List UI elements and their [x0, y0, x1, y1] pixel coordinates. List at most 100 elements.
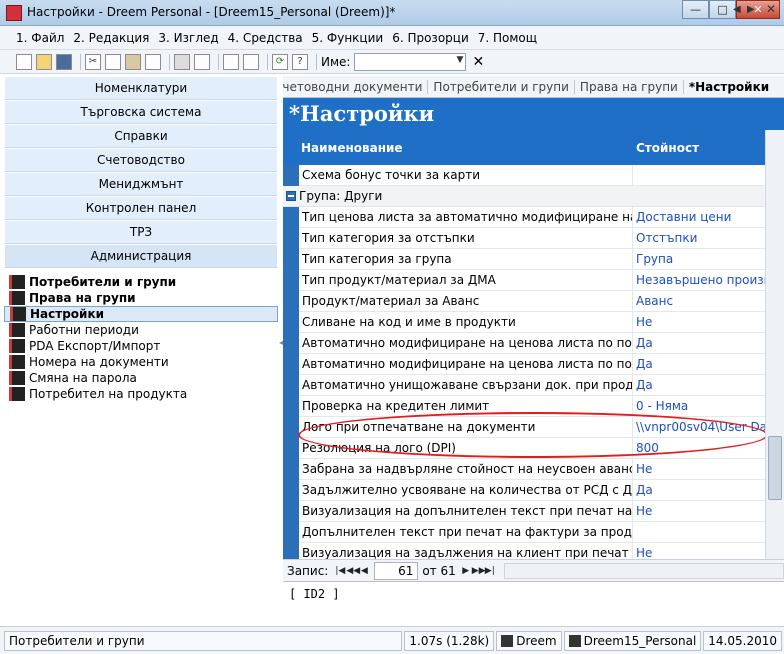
tree-item-pda-export[interactable]: PDA Експорт/Импорт	[4, 338, 278, 354]
row-value[interactable]: 800	[633, 438, 765, 459]
help-icon[interactable]: ?	[292, 53, 308, 70]
table-row[interactable]: Визуализация на допълнителен текст при п…	[283, 500, 765, 522]
column-header-value[interactable]: Стойност	[633, 141, 699, 155]
row-value[interactable]: Не	[633, 543, 765, 560]
clear-filter-icon[interactable]: ✕	[472, 54, 484, 70]
table-row[interactable]: Визуализация на задължения на клиент при…	[283, 542, 765, 560]
collapse-icon[interactable]	[286, 191, 296, 201]
tab-settings[interactable]: *Настройки	[684, 80, 774, 94]
table-row[interactable]: Задължително усвояване на количества от …	[283, 479, 765, 501]
row-value[interactable]: \\vnpr00sv04\User Data	[633, 417, 765, 438]
table-row[interactable]: Тип продукт/материал за ДМА Незавършено п…	[283, 269, 765, 291]
minimize-button[interactable]: —	[682, 0, 709, 19]
chevron-down-icon[interactable]: ▼	[457, 55, 464, 65]
grid-icon[interactable]	[243, 53, 259, 70]
tree-item-group-rights[interactable]: Права на групи	[4, 290, 278, 306]
vertical-scrollbar[interactable]	[765, 130, 784, 559]
save-icon[interactable]	[56, 53, 72, 70]
paste-icon[interactable]	[125, 53, 141, 70]
row-value[interactable]: Доставни цени	[633, 207, 765, 228]
row-value[interactable]: Да	[633, 354, 765, 375]
tab-users-groups[interactable]: Потребители и групи	[428, 79, 575, 94]
table-row[interactable]: Допълнителен текст при печат на фактури …	[283, 521, 765, 543]
nav-nomenclatures[interactable]: Номенклатури	[4, 76, 278, 100]
row-value[interactable]: Група	[633, 249, 765, 270]
tree-item-users-groups[interactable]: Потребители и групи	[4, 274, 278, 290]
row-value[interactable]: Незавършено произво	[633, 270, 765, 291]
row-value[interactable]: Не	[633, 501, 765, 522]
row-value[interactable]: Да	[633, 375, 765, 396]
new-icon[interactable]	[16, 53, 32, 70]
row-name: Автоматично унищожаване свързани док. пр…	[299, 374, 633, 396]
table-row[interactable]: Продукт/материал за Аванс Аванс	[283, 290, 765, 312]
menu-help[interactable]: 7. Помощ	[478, 31, 537, 45]
tab-scroll-left-icon[interactable]: ◀	[733, 4, 741, 15]
table-row[interactable]: Тип категория за група Група	[283, 248, 765, 270]
nav-reports[interactable]: Справки	[4, 124, 278, 148]
menu-functions[interactable]: 5. Функции	[312, 31, 384, 45]
row-value[interactable]: Да	[633, 333, 765, 354]
menu-tools[interactable]: 4. Средства	[228, 31, 303, 45]
form-icon[interactable]	[223, 53, 239, 70]
cut-icon[interactable]: ✂	[85, 53, 101, 70]
row-value[interactable]: Да	[633, 480, 765, 501]
menu-edit[interactable]: 2. Редакция	[73, 31, 149, 45]
nav-trade-system[interactable]: Търговска система	[4, 100, 278, 124]
table-row[interactable]: Лого при отпечатване на документи \\vnpr0…	[283, 416, 765, 438]
table-row[interactable]: Схема бонус точки за карти	[283, 164, 765, 186]
nav-control-panel[interactable]: Контролен панел	[4, 196, 278, 220]
menu-view[interactable]: 3. Изглед	[158, 31, 218, 45]
table-row[interactable]: Тип ценова листа за автоматично модифици…	[283, 206, 765, 228]
prev-page-icon[interactable]: ◀◀	[346, 564, 360, 578]
nav-management[interactable]: Мениджмънт	[4, 172, 278, 196]
nav-administration[interactable]: Администрация	[4, 244, 278, 268]
table-row[interactable]: Тип категория за отстъпки Отстъпки	[283, 227, 765, 249]
first-record-icon[interactable]: |◀	[334, 564, 346, 578]
next-page-icon[interactable]: ▶▶	[472, 564, 486, 578]
eraser-icon[interactable]	[145, 53, 161, 70]
row-value[interactable]: Не	[633, 312, 765, 333]
group-row[interactable]: Група: Други	[283, 186, 765, 207]
copy-icon[interactable]	[105, 53, 121, 70]
column-header-name[interactable]: Наименование	[283, 141, 633, 155]
print-preview-icon[interactable]	[194, 53, 210, 70]
print-icon[interactable]	[174, 53, 190, 70]
table-row[interactable]: Проверка на кредитен лимит 0 - Няма	[283, 395, 765, 417]
next-record-icon[interactable]: ▶	[460, 564, 472, 578]
record-number-input[interactable]: 61	[374, 561, 419, 580]
tab-accounting-documents[interactable]: Счетоводни документи	[283, 79, 429, 94]
tree-item-document-numbers[interactable]: Номера на документи	[4, 354, 278, 370]
row-value[interactable]: 0 - Няма	[633, 396, 765, 417]
table-row[interactable]: Сливане на код и име в продукти Не	[283, 311, 765, 333]
open-icon[interactable]	[36, 53, 52, 70]
tree-item-change-password[interactable]: Смяна на парола	[4, 370, 278, 386]
tree-item-work-periods[interactable]: Работни периоди	[4, 322, 278, 338]
horizontal-scrollbar[interactable]	[503, 562, 784, 579]
table-row[interactable]: Забрана за надвърляне стойност на неусво…	[283, 458, 765, 480]
scrollbar-thumb[interactable]	[768, 436, 782, 500]
tree-item-product-user[interactable]: Потребител на продукта	[4, 386, 278, 402]
row-value[interactable]: Не	[633, 459, 765, 480]
table-row[interactable]: Резолюция на лого (DPI) 800	[283, 437, 765, 459]
tab-close-icon[interactable]: ✕	[766, 2, 776, 16]
tree-item-settings[interactable]: Настройки	[4, 306, 278, 322]
tree-item-label: Настройки	[30, 307, 105, 321]
maximize-button[interactable]: □	[709, 0, 736, 19]
row-value[interactable]: Отстъпки	[633, 228, 765, 249]
tab-group-rights[interactable]: Права на групи	[575, 79, 684, 94]
nav-accounting[interactable]: Счетоводство	[4, 148, 278, 172]
menu-windows[interactable]: 6. Прозорци	[392, 31, 469, 45]
last-record-icon[interactable]: ▶|	[484, 564, 496, 578]
tree-item-label: Работни периоди	[29, 323, 139, 337]
table-row[interactable]: Автоматично модифициране на ценова листа…	[283, 353, 765, 375]
table-row[interactable]: Автоматично модифициране на ценова листа…	[283, 332, 765, 354]
nav-payroll[interactable]: ТРЗ	[4, 220, 278, 244]
module-icon	[9, 275, 25, 289]
refresh-icon[interactable]: ⟳	[272, 53, 288, 70]
row-value[interactable]: Аванс	[633, 291, 765, 312]
name-filter-input[interactable]: ▼	[354, 52, 467, 71]
tab-scroll-right-icon[interactable]: ▶	[747, 4, 755, 15]
menu-file[interactable]: 1. Файл	[16, 31, 64, 45]
prev-record-icon[interactable]: ◀	[358, 564, 370, 578]
table-row[interactable]: Автоматично унищожаване свързани док. пр…	[283, 374, 765, 396]
